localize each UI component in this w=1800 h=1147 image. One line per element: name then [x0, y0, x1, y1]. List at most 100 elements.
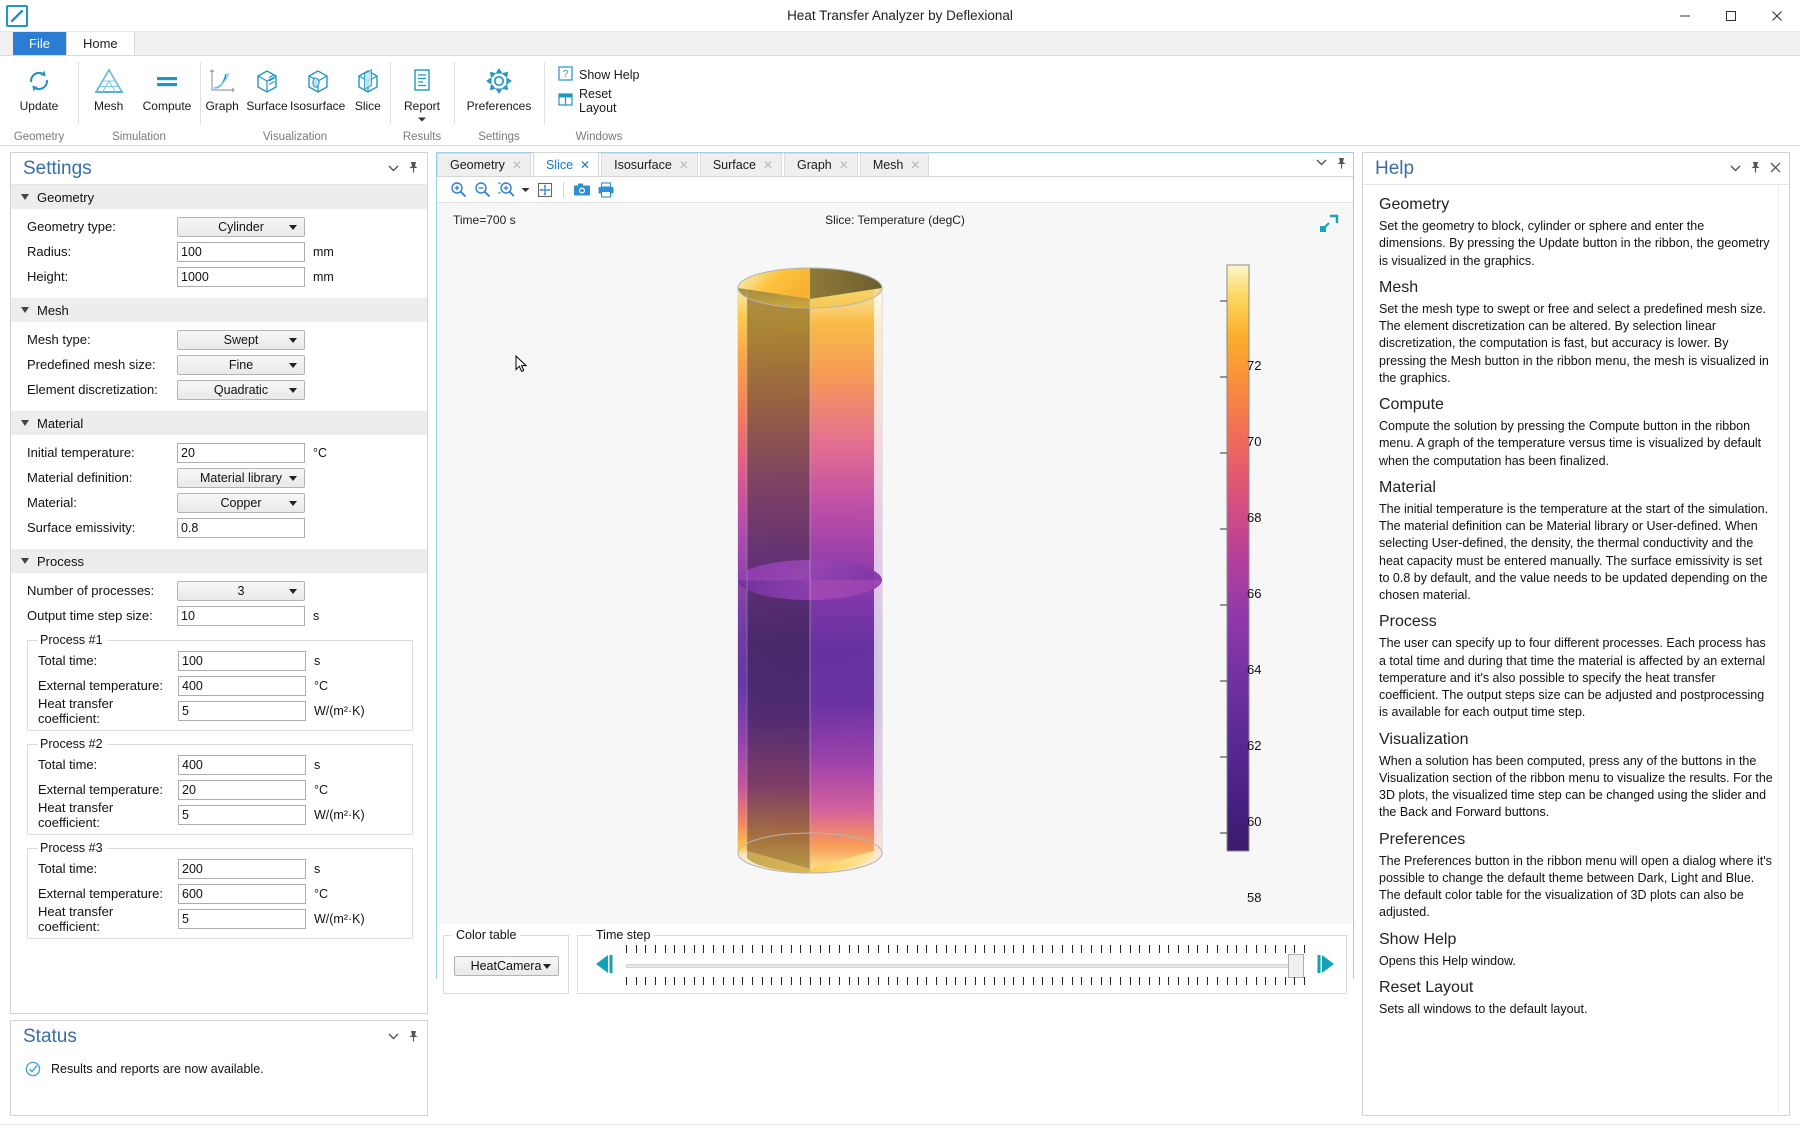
maximize-button[interactable]: [1708, 0, 1754, 31]
process1-total-time-input[interactable]: [178, 650, 306, 671]
show-help-button[interactable]: ? Show Help: [552, 64, 645, 86]
predefined-mesh-size-combo[interactable]: Fine: [177, 354, 305, 375]
process1-external-temperature-input[interactable]: [178, 675, 306, 696]
ribbon-tab-file[interactable]: File: [13, 32, 66, 55]
surface-emissivity-input[interactable]: [177, 517, 305, 538]
graphics-collapse-icon[interactable]: [1316, 157, 1327, 172]
graph-button[interactable]: Graph: [200, 60, 244, 113]
close-button[interactable]: [1754, 0, 1800, 31]
ribbon-group-simulation: Mesh Compute Simulation: [78, 56, 200, 145]
tab-graph[interactable]: Graph ✕: [784, 153, 858, 176]
close-icon[interactable]: ✕: [679, 158, 689, 172]
settings-collapse-icon[interactable]: [388, 163, 399, 175]
section-label-mesh: Mesh: [37, 302, 69, 318]
process2-total-time-input[interactable]: [178, 754, 306, 775]
reset-layout-button[interactable]: Reset Layout: [552, 87, 654, 115]
height-input[interactable]: [177, 266, 305, 287]
close-icon[interactable]: ✕: [580, 158, 590, 172]
camera-icon[interactable]: [571, 179, 593, 201]
tab-surface[interactable]: Surface ✕: [699, 153, 782, 176]
settings-pin-icon[interactable]: [408, 161, 419, 176]
close-icon[interactable]: ✕: [839, 158, 849, 172]
colorbar-tick: 70: [1247, 434, 1262, 449]
slider-thumb[interactable]: [1288, 953, 1304, 978]
geometry-type-combo[interactable]: Cylinder: [177, 216, 305, 237]
graphics-toolbar: [437, 177, 1353, 203]
zoom-box-dropdown-icon[interactable]: [519, 179, 532, 201]
graphics-pin-icon[interactable]: [1336, 157, 1347, 172]
field-label: Total time:: [38, 653, 98, 668]
report-button[interactable]: Report: [394, 60, 450, 126]
tab-label: Geometry: [450, 158, 505, 172]
show-help-label: Show Help: [579, 68, 640, 82]
radius-input[interactable]: [177, 241, 305, 262]
process3-total-time-input[interactable]: [178, 858, 306, 879]
material-definition-combo[interactable]: Material library: [177, 467, 305, 488]
help-collapse-icon[interactable]: [1730, 163, 1741, 175]
tab-label: Surface: [712, 158, 756, 172]
field-initial-temperature: Initial temperature: °C: [27, 441, 419, 464]
section-header-process[interactable]: Process: [11, 549, 427, 573]
colorbar-tick: 64: [1247, 662, 1262, 677]
section-header-geometry[interactable]: Geometry: [11, 185, 427, 209]
field-total-time: Total time: s: [38, 649, 412, 672]
field-output-time-step: Output time step size: s: [27, 604, 419, 627]
plot-canvas[interactable]: Time=700 s Slice: Temperature (degC) 58 …: [437, 203, 1353, 924]
help-pin-icon[interactable]: [1750, 161, 1761, 176]
close-icon[interactable]: ✕: [512, 158, 522, 172]
minimize-button[interactable]: [1662, 0, 1708, 31]
surface-cube-icon: [252, 64, 282, 98]
slider-track[interactable]: [626, 963, 1304, 968]
section-header-material[interactable]: Material: [11, 411, 427, 435]
field-label: Mesh type:: [27, 332, 91, 347]
process1-htc-input[interactable]: [178, 700, 306, 721]
initial-temperature-input[interactable]: [177, 442, 305, 463]
tab-isosurface[interactable]: Isosurface ✕: [601, 153, 698, 176]
ribbon-group-settings: Preferences Settings: [454, 56, 544, 145]
tab-mesh[interactable]: Mesh ✕: [859, 153, 930, 176]
zoom-extents-icon[interactable]: [534, 179, 556, 201]
close-icon[interactable]: ✕: [910, 158, 920, 172]
status-pin-icon[interactable]: [408, 1030, 419, 1045]
mesh-button-label: Mesh: [93, 99, 124, 113]
slice-button[interactable]: Slice: [346, 60, 390, 113]
process2-htc-input[interactable]: [178, 804, 306, 825]
field-material-definition: Material definition: Material library: [27, 466, 419, 489]
tab-geometry[interactable]: Geometry ✕: [437, 153, 531, 176]
chevron-down-icon[interactable]: [417, 111, 427, 126]
section-label-process: Process: [37, 553, 84, 569]
process3-external-temperature-input[interactable]: [178, 883, 306, 904]
help-close-icon[interactable]: [1770, 162, 1781, 176]
preferences-button[interactable]: Preferences: [461, 60, 538, 113]
compute-button[interactable]: Compute: [137, 60, 198, 113]
zoom-out-icon[interactable]: [471, 179, 493, 201]
isosurface-button[interactable]: Isosurface: [290, 60, 346, 113]
mesh-type-combo[interactable]: Swept: [177, 329, 305, 350]
color-table-group: Color table HeatCamera: [443, 928, 569, 994]
close-icon[interactable]: ✕: [763, 158, 773, 172]
zoom-box-icon[interactable]: [495, 179, 517, 201]
color-table-combo[interactable]: HeatCamera: [453, 955, 559, 976]
ribbon-tab-home[interactable]: Home: [65, 32, 135, 55]
material-combo[interactable]: Copper: [177, 492, 305, 513]
status-panel: Status Results and reports are now avail…: [10, 1020, 428, 1116]
step-back-icon[interactable]: [592, 953, 616, 978]
zoom-in-icon[interactable]: [447, 179, 469, 201]
number-of-processes-combo[interactable]: 3: [177, 580, 305, 601]
time-step-legend: Time step: [596, 928, 651, 942]
update-button[interactable]: Update: [11, 60, 67, 113]
time-step-slider[interactable]: [626, 943, 1305, 989]
print-icon[interactable]: [595, 179, 617, 201]
help-scrollbar[interactable]: [1778, 185, 1788, 1114]
process3-htc-input[interactable]: [178, 908, 306, 929]
field-element-discretization: Element discretization: Quadratic: [27, 378, 419, 401]
mesh-button[interactable]: Mesh: [81, 60, 137, 113]
step-forward-icon[interactable]: [1314, 953, 1338, 978]
process2-external-temperature-input[interactable]: [178, 779, 306, 800]
status-collapse-icon[interactable]: [388, 1031, 399, 1043]
surface-button[interactable]: Surface: [244, 60, 289, 113]
section-header-mesh[interactable]: Mesh: [11, 298, 427, 322]
output-time-step-input[interactable]: [177, 605, 305, 626]
tab-slice[interactable]: Slice ✕: [532, 152, 600, 176]
element-discretization-combo[interactable]: Quadratic: [177, 379, 305, 400]
